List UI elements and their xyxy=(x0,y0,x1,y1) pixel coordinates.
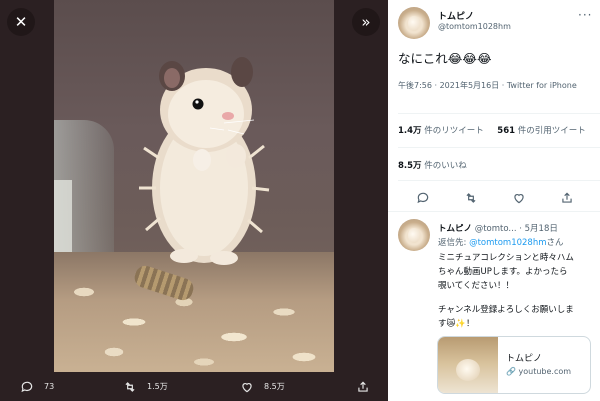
divider xyxy=(398,113,600,114)
avatar[interactable] xyxy=(398,7,430,39)
hamster-photo[interactable] xyxy=(54,0,334,372)
reply-date[interactable]: · 5月18日 xyxy=(519,224,558,234)
divider xyxy=(398,180,600,181)
close-icon[interactable]: ✕ xyxy=(7,8,35,36)
like-count: 8.5万 xyxy=(398,161,422,171)
tweet-timestamp[interactable]: 午後7:56 · 2021年5月16日 · Twitter for iPhone xyxy=(398,79,593,92)
divider xyxy=(398,147,600,148)
reply-text-line: す😿✨！ xyxy=(438,319,475,329)
reply-header: トムピノ @tomto... · 5月18日 xyxy=(438,222,558,234)
tweet-text: なにこれ😂😂😂 xyxy=(398,51,492,66)
card-domain: 🔗 youtube.com xyxy=(506,367,571,376)
double-chevron-right-icon[interactable]: » xyxy=(352,8,380,36)
media-reply-count: 73 xyxy=(44,382,55,391)
media-retweet-button[interactable]: 1.5万 xyxy=(123,380,168,394)
share-icon xyxy=(562,192,572,203)
quote-label: 件の引用ツイート xyxy=(517,126,586,136)
divider xyxy=(388,211,600,212)
retweet-icon xyxy=(466,193,476,203)
reply-to-label: 返信先: xyxy=(438,238,467,248)
quotes-link[interactable]: 561 件の引用ツイート xyxy=(497,126,585,136)
retweet-count: 1.4万 xyxy=(398,126,422,136)
media-like-count: 8.5万 xyxy=(264,382,285,391)
reply-text-line: ちゃん動画UPします。よかったら xyxy=(438,267,568,277)
media-retweet-count: 1.5万 xyxy=(147,382,168,391)
reply-author-handle[interactable]: @tomto... xyxy=(475,224,517,234)
youtube-link-card[interactable]: トムピノ 🔗 youtube.com xyxy=(437,336,591,394)
retweet-button[interactable] xyxy=(464,190,478,204)
reply-text-line: チャンネル登録よろしくお願いしま xyxy=(438,305,574,315)
bedding xyxy=(54,252,334,372)
reply-to-suffix: さん xyxy=(546,238,564,248)
reply-text-line: 覗いてください！！ xyxy=(438,281,514,291)
media-viewer: ✕ » 73 1.5万 8.5万 xyxy=(0,0,388,401)
quote-count: 561 xyxy=(497,126,516,136)
reply-icon xyxy=(417,192,429,204)
like-icon xyxy=(514,194,524,204)
like-label: 件のいいね xyxy=(424,161,467,171)
retweet-icon xyxy=(125,381,135,392)
card-title: トムピノ xyxy=(506,354,543,364)
share-icon xyxy=(358,381,368,392)
media-action-bar: 73 1.5万 8.5万 xyxy=(0,372,388,401)
author-handle[interactable]: @tomtom1028hm xyxy=(438,22,511,31)
card-thumbnail xyxy=(438,337,498,393)
media-reply-button[interactable]: 73 xyxy=(20,380,54,394)
card-domain-text: youtube.com xyxy=(518,367,572,376)
reply-to-line: 返信先: @tomtom1028hmさん xyxy=(438,236,564,248)
reply-icon xyxy=(21,381,33,392)
share-button[interactable] xyxy=(560,190,574,204)
author-name[interactable]: トムピノ xyxy=(438,9,474,22)
reply-to-handle[interactable]: @tomtom1028hm xyxy=(469,238,546,248)
hamster xyxy=(139,57,270,265)
likes-link[interactable]: 8.5万 件のいいね xyxy=(398,159,467,171)
retweet-stats: 1.4万 件のリツイート 561 件の引用ツイート xyxy=(398,124,586,136)
more-icon[interactable]: ··· xyxy=(578,8,592,22)
reply-author-name[interactable]: トムピノ xyxy=(438,224,472,234)
reply-text-line: ミニチュアコレクションと時々ハム xyxy=(438,253,574,263)
link-icon: 🔗 xyxy=(506,367,516,376)
reply-button[interactable] xyxy=(416,190,430,204)
retweets-link[interactable]: 1.4万 件のリツイート xyxy=(398,126,484,136)
tweet-action-bar xyxy=(388,188,600,208)
like-icon xyxy=(242,382,252,392)
retweet-label: 件のリツイート xyxy=(424,126,484,136)
media-share-button[interactable] xyxy=(356,380,370,394)
reply-avatar[interactable] xyxy=(398,219,430,251)
media-like-button[interactable]: 8.5万 xyxy=(240,380,285,394)
like-button[interactable] xyxy=(512,190,526,204)
